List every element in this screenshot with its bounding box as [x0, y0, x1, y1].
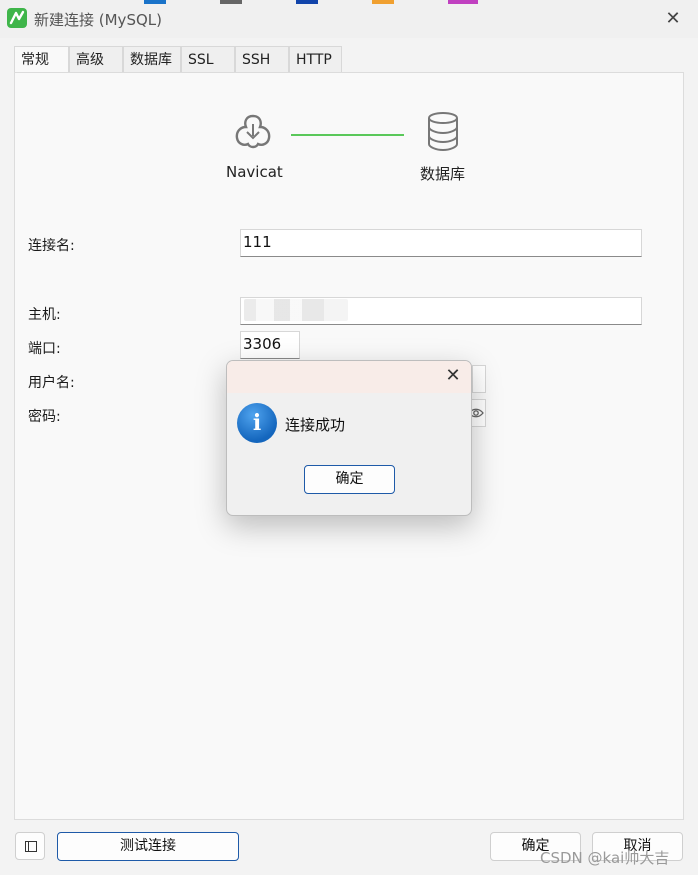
dialog-ok-button[interactable]: 确定: [304, 465, 395, 494]
host-label: 主机:: [28, 307, 61, 323]
tab-http[interactable]: HTTP: [289, 46, 342, 72]
redacted-host-value: [244, 299, 348, 321]
title-bar: 新建连接 (MySQL) ✕: [0, 0, 698, 38]
password-label: 密码:: [28, 409, 61, 425]
background-window-strip: [220, 0, 242, 4]
navicat-icon: [232, 110, 274, 156]
database-icon: [424, 110, 462, 156]
connection-name-label: 连接名:: [28, 238, 75, 254]
background-window-strip: [372, 0, 394, 4]
window-title: 新建连接 (MySQL): [34, 11, 162, 29]
tab-databases[interactable]: 数据库: [123, 46, 181, 72]
dialog-close-button[interactable]: ✕: [441, 364, 465, 388]
toggle-panel-button[interactable]: [15, 832, 45, 860]
database-label: 数据库: [420, 165, 466, 183]
info-icon: i: [237, 403, 277, 443]
panel-icon: [25, 841, 37, 852]
tab-ssl[interactable]: SSL: [181, 46, 235, 72]
background-window-strip: [296, 0, 318, 4]
username-label: 用户名:: [28, 375, 75, 391]
username-input[interactable]: [472, 365, 486, 393]
tab-ssh[interactable]: SSH: [235, 46, 289, 72]
tab-advanced[interactable]: 高级: [69, 46, 123, 72]
dialog-title-bar: [227, 361, 471, 393]
tab-general[interactable]: 常规: [14, 46, 69, 73]
navicat-logo-icon: [7, 8, 27, 28]
navicat-label: Navicat: [226, 163, 283, 181]
window-close-button[interactable]: ✕: [660, 6, 686, 32]
watermark: CSDN @kai帅大吉: [540, 849, 670, 867]
port-input[interactable]: 3306: [240, 331, 300, 359]
connection-line: [291, 134, 404, 136]
connection-success-dialog: ✕ i 连接成功 确定: [226, 360, 472, 516]
port-label: 端口:: [28, 341, 61, 357]
test-connection-button[interactable]: 测试连接: [57, 832, 239, 861]
background-window-strip: [144, 0, 166, 4]
dialog-message: 连接成功: [285, 416, 346, 434]
background-window-strip: [448, 0, 478, 4]
connection-name-input[interactable]: 111: [240, 229, 642, 257]
